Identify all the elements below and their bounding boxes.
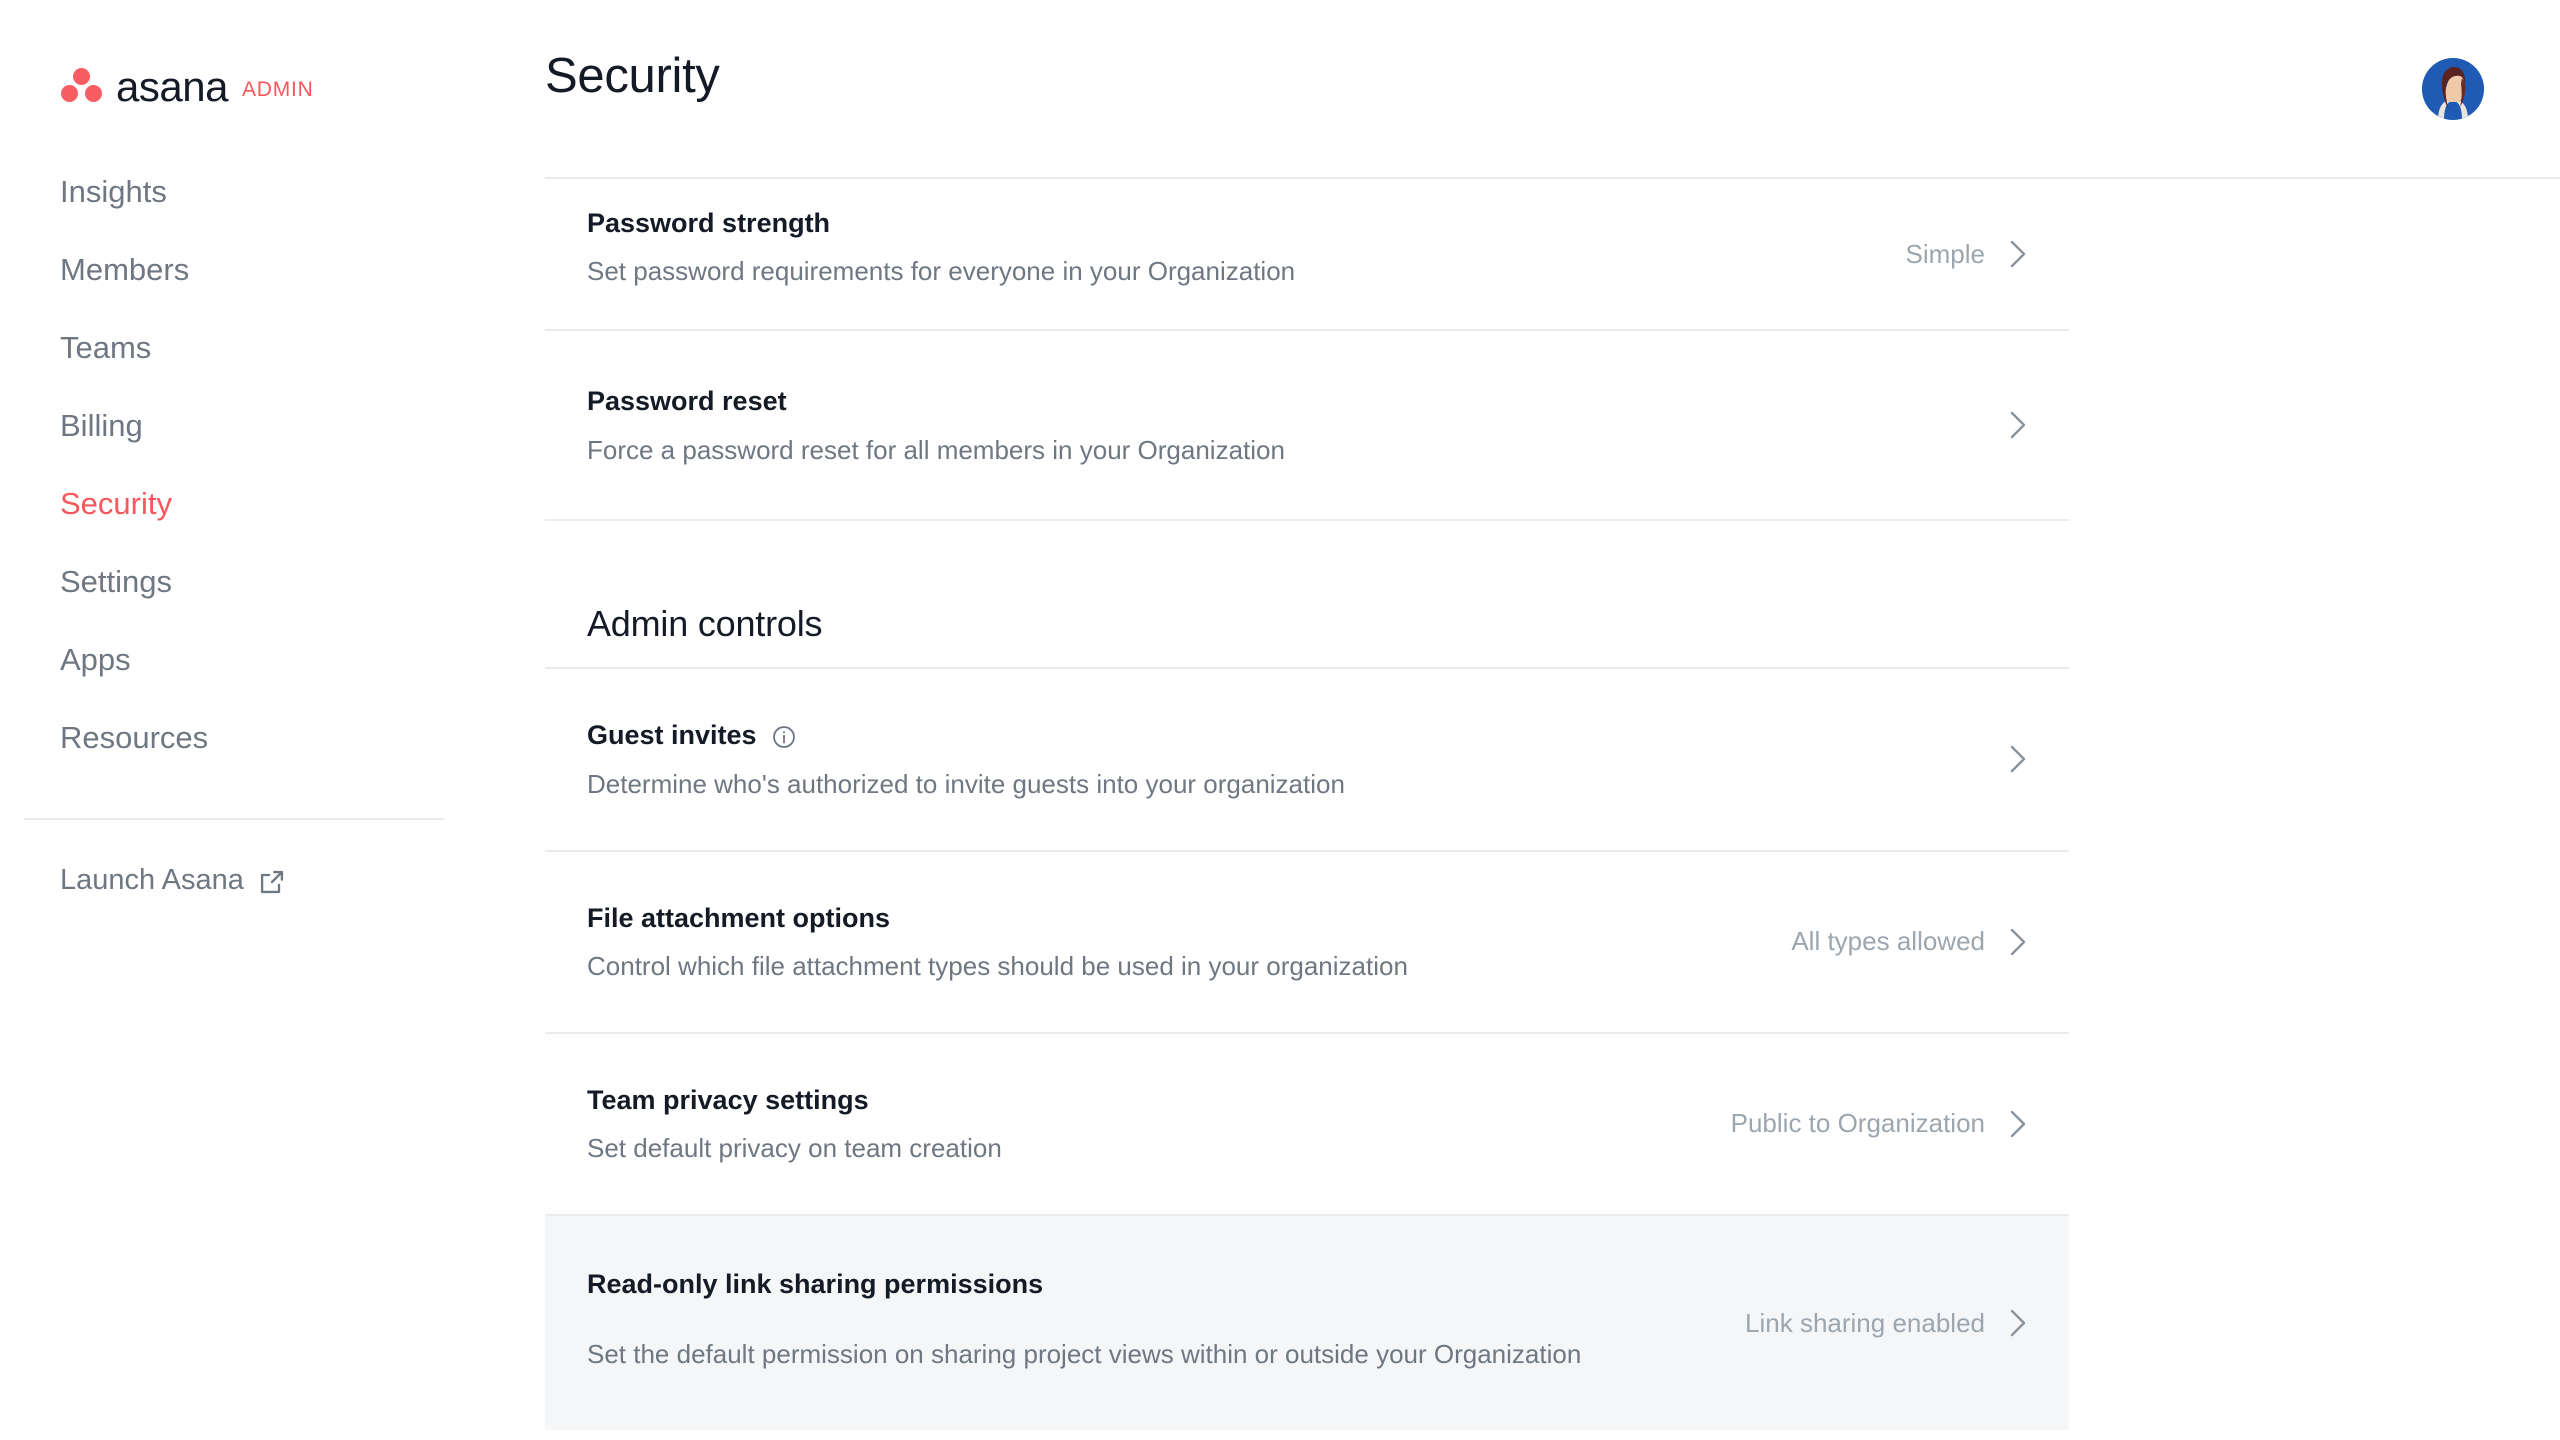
sidebar-item-apps[interactable]: Apps [0, 620, 545, 698]
sidebar-nav: Insights Members Teams Billing Security … [0, 152, 545, 776]
brand-wordmark: asana [116, 63, 228, 110]
sidebar-item-billing[interactable]: Billing [0, 386, 545, 464]
avatar[interactable] [2422, 58, 2484, 120]
setting-description: Control which file attachment types shou… [587, 950, 1408, 981]
info-icon[interactable] [771, 724, 797, 750]
sidebar-item-members[interactable]: Members [0, 230, 545, 308]
setting-row-password-strength[interactable]: Password strength Set password requireme… [545, 179, 2069, 332]
setting-title: Password reset [587, 386, 787, 417]
chevron-right-icon [2009, 238, 2027, 270]
setting-control[interactable]: All types allowed [1791, 926, 2027, 958]
setting-control[interactable] [1985, 743, 2027, 775]
setting-row-guest-invites[interactable]: Guest invites Determine who's authorized… [545, 669, 2069, 852]
brand-logo[interactable]: asana ADMIN [0, 62, 545, 110]
sidebar-item-settings[interactable]: Settings [0, 542, 545, 620]
section-heading: Admin controls [587, 603, 823, 645]
setting-control[interactable] [1985, 409, 2027, 441]
setting-value: All types allowed [1791, 926, 1985, 957]
page-title: Security [545, 49, 720, 103]
sidebar-item-insights[interactable]: Insights [0, 152, 545, 230]
sidebar-item-teams[interactable]: Teams [0, 308, 545, 386]
external-link-icon [258, 868, 286, 896]
setting-title: Guest invites [587, 719, 1987, 751]
admin-console: asana ADMIN Insights Members Teams Billi… [0, 0, 2560, 1440]
sidebar-item-resources[interactable]: Resources [0, 698, 545, 776]
setting-control[interactable]: Public to Organization [1731, 1108, 2027, 1140]
setting-control[interactable]: Link sharing enabled [1745, 1307, 2027, 1339]
setting-row-team-privacy-settings[interactable]: Team privacy settings Set default privac… [545, 1033, 2069, 1216]
section-header-admin-controls: Admin controls [545, 521, 2069, 670]
setting-value: Link sharing enabled [1745, 1307, 1985, 1338]
asana-logo-icon [60, 66, 104, 106]
chevron-right-icon [2009, 926, 2027, 958]
setting-value: Simple [1905, 238, 1985, 269]
sidebar: asana ADMIN Insights Members Teams Billi… [0, 0, 545, 1440]
setting-title: Read-only link sharing permissions [587, 1268, 1044, 1299]
setting-description: Set the default permission on sharing pr… [587, 1339, 1582, 1370]
settings-list: Password strength Set password requireme… [545, 179, 2069, 1440]
setting-control[interactable]: Simple [1906, 238, 2027, 270]
setting-value: Public to Organization [1730, 1108, 1985, 1139]
setting-title: Password strength [587, 208, 831, 238]
setting-description: Determine who's authorized to invite gue… [587, 768, 1345, 799]
sidebar-item-security[interactable]: Security [0, 464, 545, 542]
chevron-right-icon [2009, 409, 2027, 441]
setting-row-admins[interactable]: Admins Determine who the admins for your… [545, 1430, 2069, 1440]
sidebar-divider [24, 818, 444, 820]
launch-asana-label: Launch Asana [60, 863, 244, 896]
setting-description: Set password requirements for everyone i… [587, 256, 1296, 287]
launch-asana-link[interactable]: Launch Asana [0, 858, 545, 902]
setting-row-password-reset[interactable]: Password reset Force a password reset fo… [545, 331, 2069, 522]
chevron-right-icon [2009, 1108, 2027, 1140]
brand-admin-label: ADMIN [241, 78, 314, 101]
chevron-right-icon [2009, 743, 2027, 775]
setting-row-read-only-link-sharing-permissions[interactable]: Read-only link sharing permissions Set t… [545, 1215, 2069, 1431]
main-content: Security Password strength Set password … [545, 0, 2560, 1440]
setting-row-file-attachment-options[interactable]: File attachment options Control which fi… [545, 851, 2069, 1034]
chevron-right-icon [2009, 1307, 2027, 1339]
setting-title: File attachment options [587, 902, 891, 933]
avatar-image [2422, 58, 2484, 120]
setting-description: Force a password reset for all members i… [587, 434, 1285, 465]
